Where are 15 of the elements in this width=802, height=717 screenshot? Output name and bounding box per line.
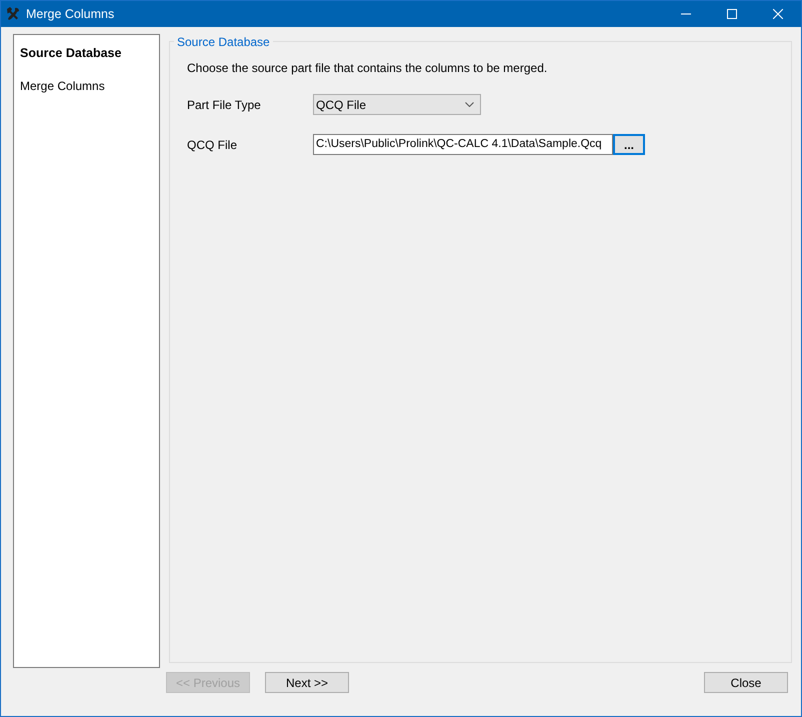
tools-icon	[5, 6, 21, 22]
close-icon	[773, 9, 783, 19]
step-item: Merge Columns	[20, 78, 106, 95]
file-path-field[interactable]: C:\Users\Public\Prolink\QC-CALC 4.1\Data\Sample.Qcq	[313, 134, 613, 155]
instruction-text: Choose the source part file that contains the columns to be merged.	[187, 60, 548, 77]
field-label: Part File Type	[187, 96, 262, 114]
browse-button[interactable]: ...	[613, 134, 645, 155]
maximize-icon	[727, 9, 737, 19]
next-button[interactable]: Next >>	[265, 672, 349, 693]
field-label: QCQ File	[187, 136, 238, 154]
part-file-type-dropdown[interactable]: QCQ File	[313, 94, 481, 115]
close-button[interactable]: Close	[704, 672, 788, 693]
chevron-down-icon	[465, 102, 474, 107]
window-title: Merge Columns	[26, 6, 114, 23]
step-item: Source Database	[20, 45, 122, 62]
